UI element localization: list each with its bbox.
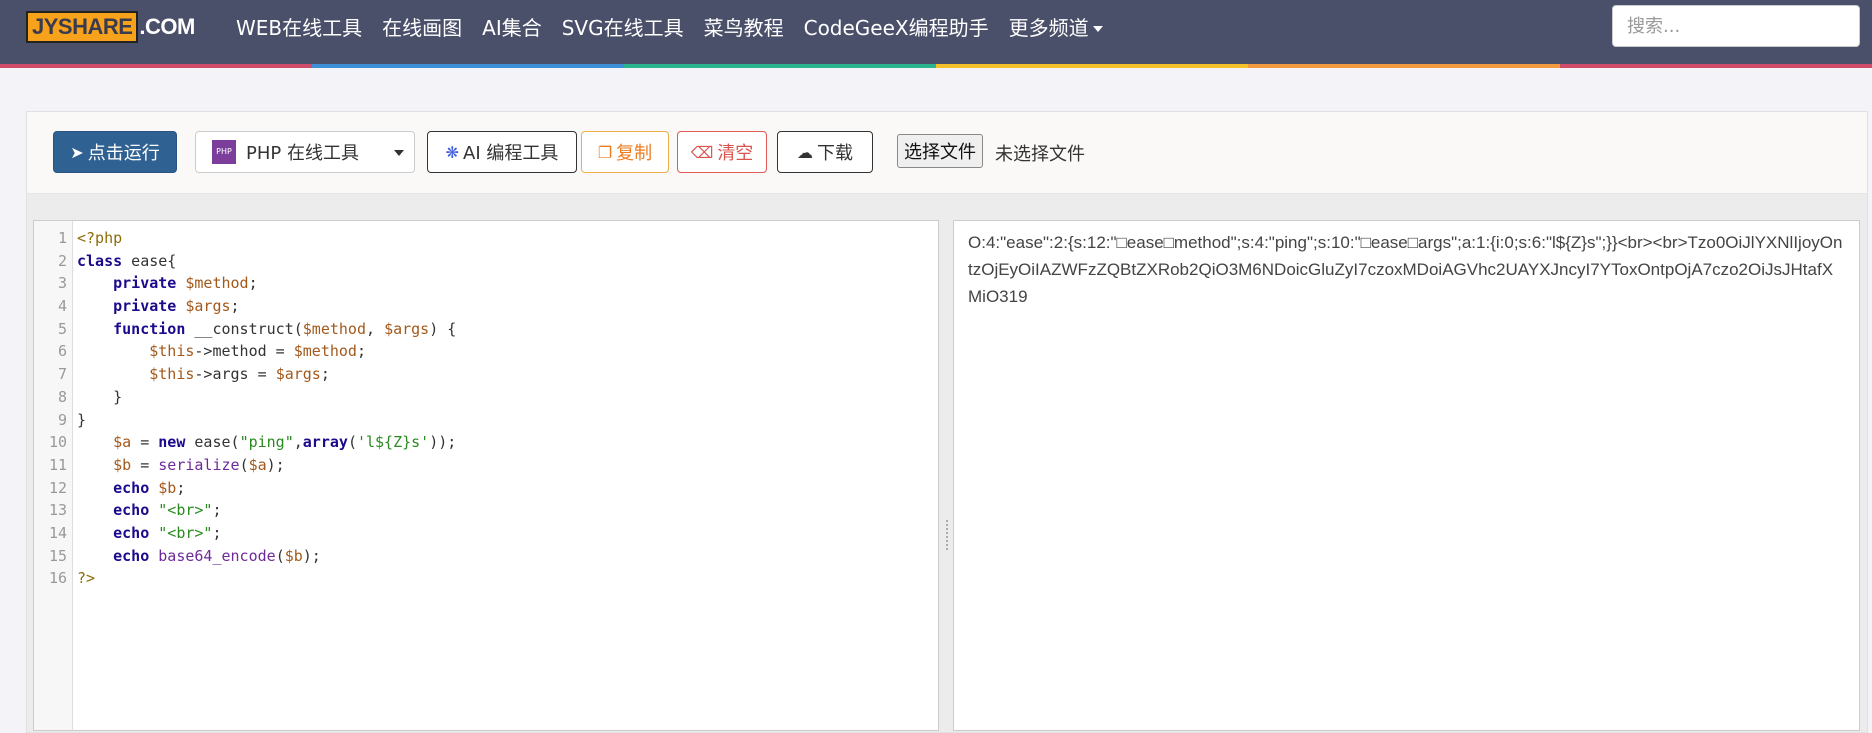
nav-item-tutorial[interactable]: 菜鸟教程 <box>704 12 784 41</box>
code-text: echo $b; <box>113 478 186 497</box>
code-lines: 1 <?php 2 class ease{3 private $method; 4 pr… <box>34 227 938 590</box>
code-line: 2 class ease{ <box>34 250 938 273</box>
code-line: 15 echo base64_encode($b); <box>34 545 938 568</box>
run-button[interactable]: ➤ 点击运行 <box>53 131 177 173</box>
code-text: class ease{ <box>77 251 177 270</box>
line-number: 16 <box>48 569 67 588</box>
run-button-label: 点击运行 <box>87 143 160 164</box>
code-line: 10 $a = new ease("ping",array('l${Z}s'))… <box>34 431 938 454</box>
ai-tools-label: AI 编程工具 <box>463 143 559 164</box>
line-number: 15 <box>48 546 67 565</box>
language-select-value: PHP 在线工具 <box>246 143 359 164</box>
clear-button-label: 清空 <box>717 143 754 164</box>
line-number: 2 <box>57 251 67 270</box>
ai-tools-button[interactable]: ❋ AI 编程工具 <box>427 131 577 173</box>
stripe-segment <box>1560 64 1872 68</box>
nav-item-more-label: 更多频道 <box>1008 15 1089 40</box>
code-line: 5 function __construct($method, $args) { <box>34 318 938 341</box>
line-number: 6 <box>57 342 67 361</box>
code-line: 11 $b = serialize($a); <box>34 454 938 477</box>
chevron-down-icon <box>1092 26 1103 32</box>
nav-item-ai[interactable]: AI集合 <box>482 12 542 41</box>
stripe-segment <box>0 64 312 68</box>
language-select[interactable]: PHP PHP 在线工具 <box>195 131 415 173</box>
code-text: echo base64_encode($b); <box>113 546 321 565</box>
output-panel: O:4:"ease":2:{s:12:"□ease□method";s:4:"p… <box>953 220 1860 731</box>
download-button-label: 下载 <box>817 143 853 164</box>
resize-handle[interactable] <box>944 518 950 558</box>
code-line: 16 ?> <box>34 567 938 590</box>
line-number: 14 <box>48 523 67 542</box>
line-number: 3 <box>57 274 67 293</box>
nav-links: WEB在线工具 在线画图 AI集合 SVG在线工具 菜鸟教程 CodeGeeX编… <box>236 0 1123 52</box>
line-number: 11 <box>48 455 67 474</box>
cloud-download-icon: ☁ <box>797 142 813 162</box>
copy-button-label: 复制 <box>616 143 653 164</box>
code-text: $this->method = $method; <box>149 342 366 361</box>
code-line: 7 $this->args = $args; <box>34 363 938 386</box>
line-number: 4 <box>57 297 67 316</box>
logo-domain: .COM <box>139 14 195 39</box>
code-text: private $method; <box>113 274 258 293</box>
copy-button[interactable]: ❐ 复制 <box>581 131 669 173</box>
code-editor[interactable]: 1 <?php 2 class ease{3 private $method; 4 pr… <box>33 220 939 731</box>
toolbar: ➤ 点击运行 PHP PHP 在线工具 ❋ AI 编程工具 ❐ 复制 ⌫ 清空 … <box>27 112 1867 194</box>
code-line: 14 echo "<br>"; <box>34 522 938 545</box>
search-input[interactable] <box>1612 5 1860 47</box>
ai-logo-icon: ❋ <box>445 142 460 162</box>
copy-icon: ❐ <box>597 142 613 162</box>
code-text: $this->args = $args; <box>149 365 330 384</box>
paper-plane-icon: ➤ <box>70 142 84 162</box>
logo-main: JYSHARE <box>26 11 139 43</box>
top-navbar: JYSHARE .COM WEB在线工具 在线画图 AI集合 SVG在线工具 菜鸟… <box>0 0 1872 68</box>
chevron-down-icon <box>394 150 404 156</box>
code-text: <?php <box>77 229 123 247</box>
line-number: 10 <box>48 433 67 452</box>
code-line: 3 private $method; <box>34 272 938 295</box>
stripe-segment <box>936 64 1248 68</box>
stripe-segment <box>624 64 936 68</box>
line-number: 13 <box>48 501 67 520</box>
line-number: 12 <box>48 478 67 497</box>
eraser-icon: ⌫ <box>690 142 714 162</box>
stripe-segment <box>312 64 624 68</box>
code-text: function __construct($method, $args) { <box>113 319 457 338</box>
site-logo[interactable]: JYSHARE .COM <box>26 11 195 43</box>
color-stripe <box>0 64 1872 68</box>
nav-item-more[interactable]: 更多频道 <box>1009 12 1103 41</box>
code-text: echo "<br>"; <box>113 501 222 520</box>
code-text: $a = new ease("ping",array('l${Z}s')); <box>113 433 457 452</box>
code-text: echo "<br>"; <box>113 523 222 542</box>
nav-item-codegeex[interactable]: CodeGeeX编程助手 <box>804 12 989 41</box>
nav-item-drawing[interactable]: 在线画图 <box>382 12 462 41</box>
line-number: 8 <box>57 387 67 406</box>
code-text: } <box>77 410 87 429</box>
nav-item-svg[interactable]: SVG在线工具 <box>562 12 684 41</box>
line-number: 1 <box>57 229 67 247</box>
line-number: 5 <box>57 319 67 338</box>
nav-item-web-tools[interactable]: WEB在线工具 <box>236 12 362 41</box>
download-button[interactable]: ☁ 下载 <box>777 131 873 173</box>
stripe-segment <box>1248 64 1560 68</box>
code-line: 1 <?php <box>34 227 938 250</box>
code-line: 13 echo "<br>"; <box>34 499 938 522</box>
code-text: $b = serialize($a); <box>113 455 285 474</box>
code-line: 6 $this->method = $method; <box>34 340 938 363</box>
code-line: 12 echo $b; <box>34 477 938 500</box>
line-number: 9 <box>57 410 67 429</box>
file-status: 未选择文件 <box>995 144 1085 165</box>
line-number: 7 <box>57 365 67 384</box>
code-line: 8 } <box>34 386 938 409</box>
code-text: ?> <box>77 569 96 588</box>
choose-file-button[interactable]: 选择文件 <box>897 134 983 168</box>
code-text: private $args; <box>113 297 240 316</box>
code-line: 9} <box>34 409 938 432</box>
code-line: 4 private $args; <box>34 295 938 318</box>
php-logo-icon: PHP <box>212 140 236 164</box>
code-text: } <box>77 387 123 406</box>
clear-button[interactable]: ⌫ 清空 <box>677 131 767 173</box>
